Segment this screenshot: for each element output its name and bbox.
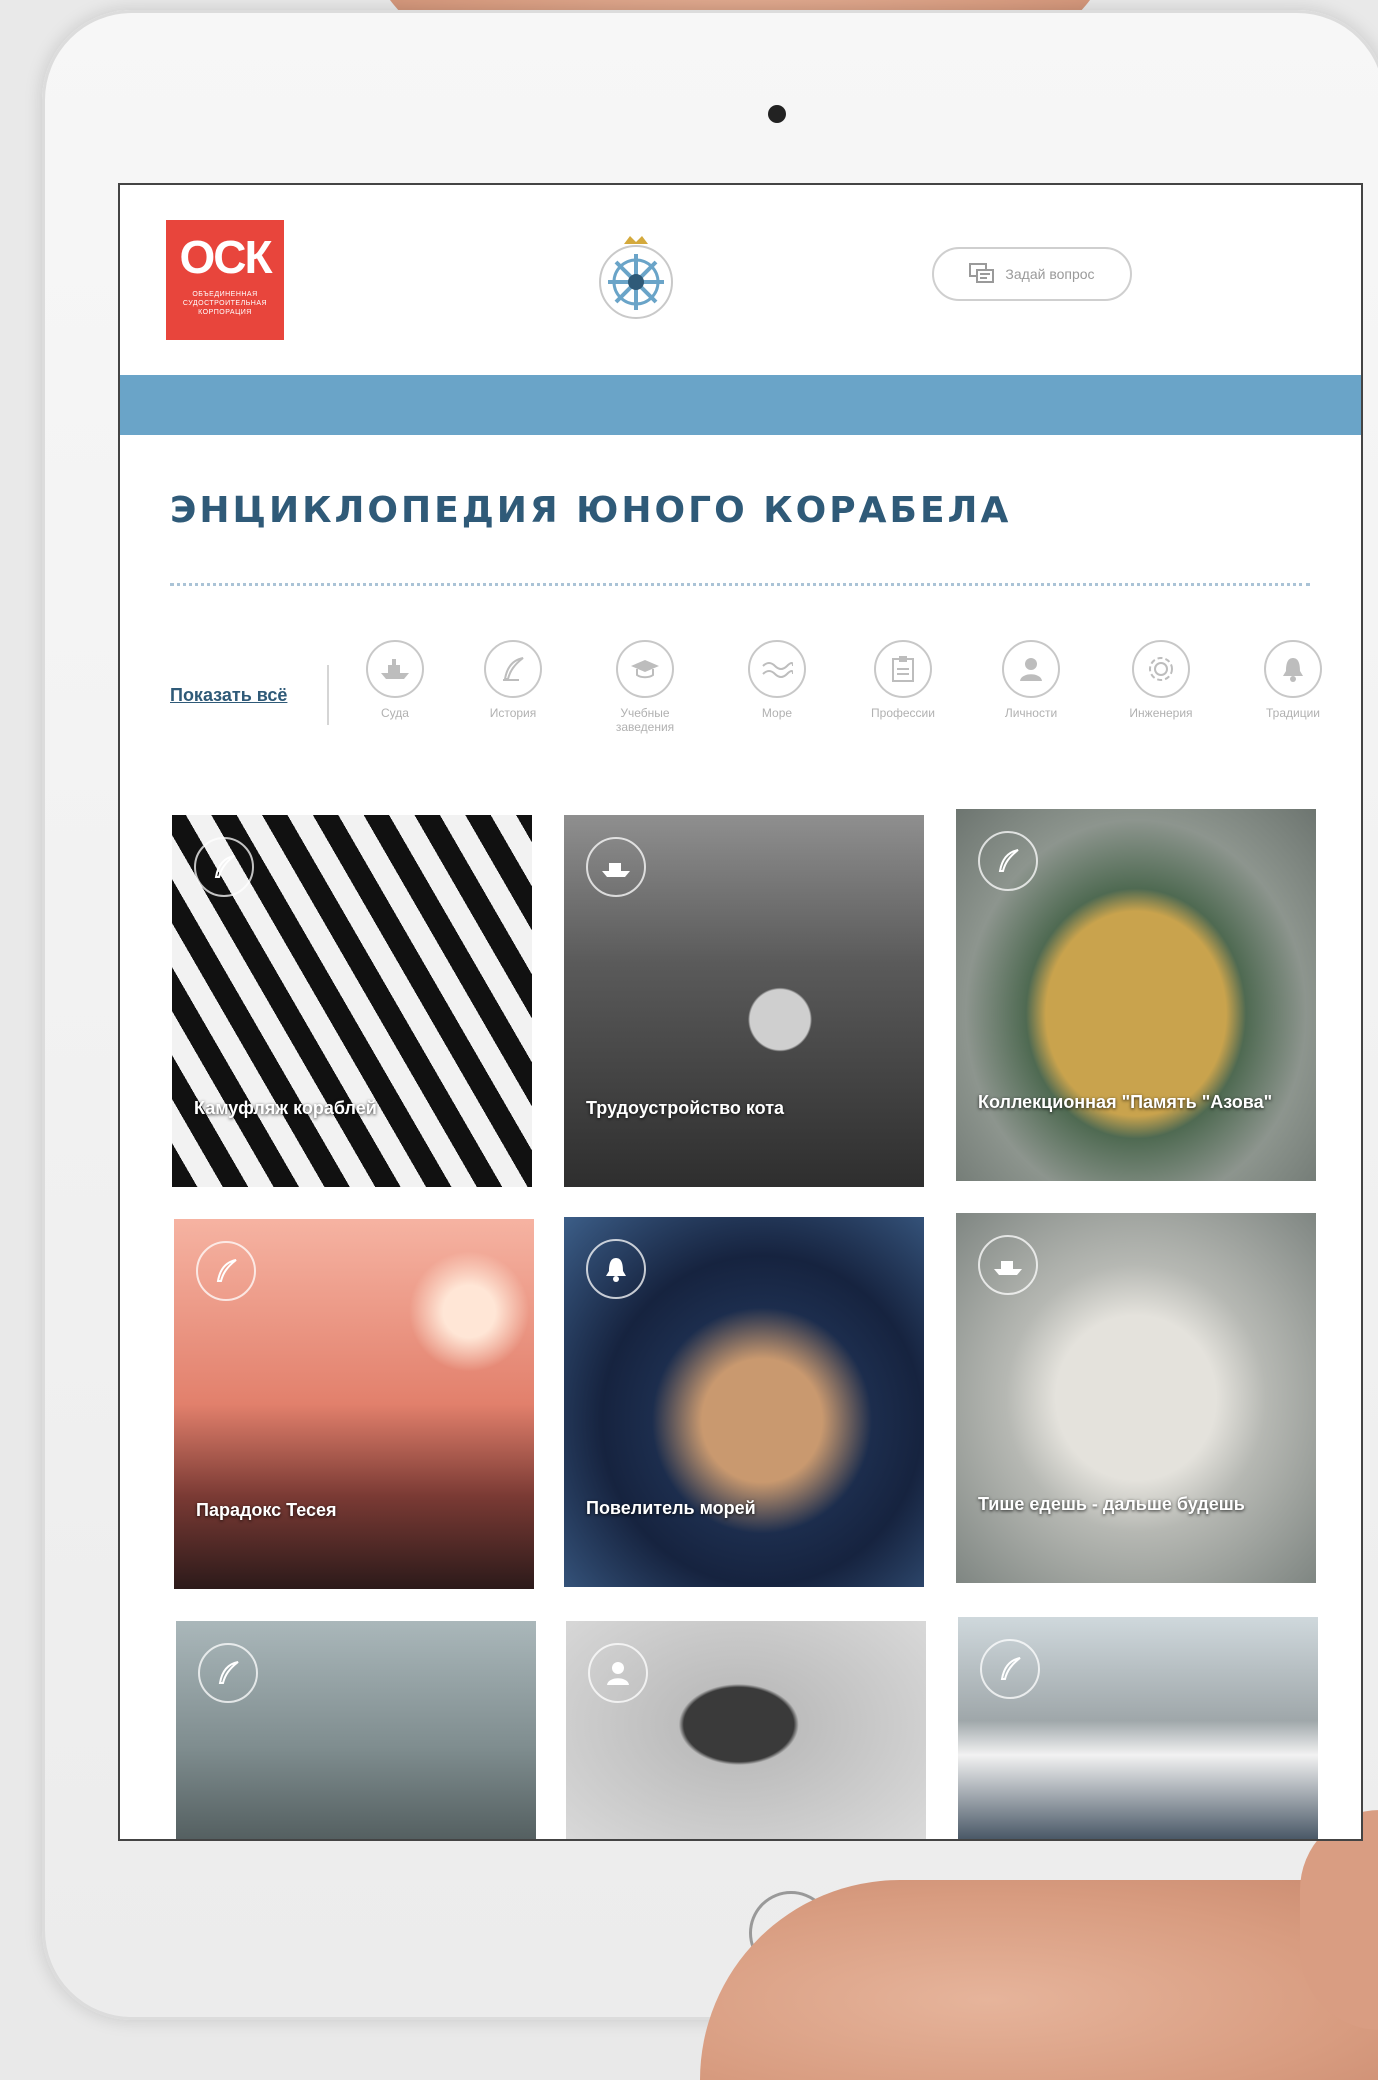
article-card[interactable]: Тише едешь - дальше будешь [956, 1213, 1316, 1583]
article-card[interactable] [958, 1617, 1318, 1839]
category-label: Инженерия [1129, 706, 1193, 720]
emblem-icon [599, 236, 673, 319]
article-card[interactable]: Трудоустройство кота [564, 815, 924, 1187]
card-title: Парадокс Тесея [196, 1500, 337, 1520]
app-screen: ОСК ОБЪЕДИНЕННАЯ СУДОСТРОИТЕЛЬНАЯ КОРПОР… [118, 183, 1363, 1841]
category-schools[interactable]: Учебные заведения [590, 640, 700, 734]
chat-icon [969, 263, 995, 283]
logo-mark: ОСК [179, 231, 272, 283]
category-label: Учебные заведения [615, 706, 675, 734]
bust-icon [588, 1643, 648, 1703]
title-divider [170, 583, 1310, 586]
card-title: Трудоустройство кота [586, 1098, 785, 1118]
category-ships[interactable]: Суда [340, 640, 450, 720]
category-engineering[interactable]: Инженерия [1106, 640, 1216, 720]
card-title: Повелитель морей [586, 1498, 756, 1518]
card-title: Коллекционная "Память "Азова" [978, 1092, 1273, 1112]
category-traditions[interactable]: Традиции [1238, 640, 1348, 720]
category-professions[interactable]: Профессии [848, 640, 958, 720]
category-personalities[interactable]: Личности [976, 640, 1086, 720]
category-sea[interactable]: Море [722, 640, 832, 720]
ask-question-label: Задай вопрос [1005, 266, 1095, 282]
logo-subtitle: ОБЪЕДИНЕННАЯ СУДОСТРОИТЕЛЬНАЯ КОРПОРАЦИЯ [182, 291, 268, 316]
category-label: Личности [1004, 706, 1058, 720]
quill-icon [196, 1241, 256, 1301]
hand-bottom [700, 1880, 1378, 2080]
article-card[interactable]: Повелитель морей [564, 1217, 924, 1587]
article-card[interactable]: Камуфляж кораблей [172, 815, 532, 1187]
front-camera [768, 105, 786, 123]
osk-logo[interactable]: ОСК ОБЪЕДИНЕННАЯ СУДОСТРОИТЕЛЬНАЯ КОРПОР… [166, 220, 284, 340]
card-title: Камуфляж кораблей [194, 1098, 377, 1118]
quill-icon [484, 640, 542, 698]
quill-icon [194, 837, 254, 897]
card-title: Тише едешь - дальше будешь [978, 1494, 1245, 1514]
graduation-cap-icon [616, 640, 674, 698]
article-card[interactable] [566, 1621, 926, 1839]
category-label: История [489, 706, 537, 720]
bell-icon [586, 1239, 646, 1299]
clipboard-icon [874, 640, 932, 698]
page-title: ЭНЦИКЛОПЕДИЯ ЮНОГО КОРАБЕЛА [170, 490, 1012, 531]
header-band [120, 375, 1361, 435]
ask-question-button[interactable]: Задай вопрос [932, 247, 1132, 301]
category-separator [327, 665, 329, 725]
ship-icon [978, 1235, 1038, 1295]
article-card[interactable]: Коллекционная "Память "Азова" [956, 809, 1316, 1181]
quill-icon [198, 1643, 258, 1703]
category-label: Традиции [1266, 706, 1320, 720]
wave-icon [748, 640, 806, 698]
category-label: Профессии [871, 706, 935, 720]
quill-icon [980, 1639, 1040, 1699]
category-label: Море [761, 706, 793, 720]
bust-icon [1002, 640, 1060, 698]
article-card[interactable]: Парадокс Тесея [174, 1219, 534, 1589]
show-all-link[interactable]: Показать всё [170, 685, 287, 706]
ship-icon [586, 837, 646, 897]
category-label: Суда [381, 706, 409, 720]
quill-icon [978, 831, 1038, 891]
category-history[interactable]: История [458, 640, 568, 720]
article-card[interactable] [176, 1621, 536, 1839]
ship-icon [366, 640, 424, 698]
gear-icon [1132, 640, 1190, 698]
bell-icon [1264, 640, 1322, 698]
